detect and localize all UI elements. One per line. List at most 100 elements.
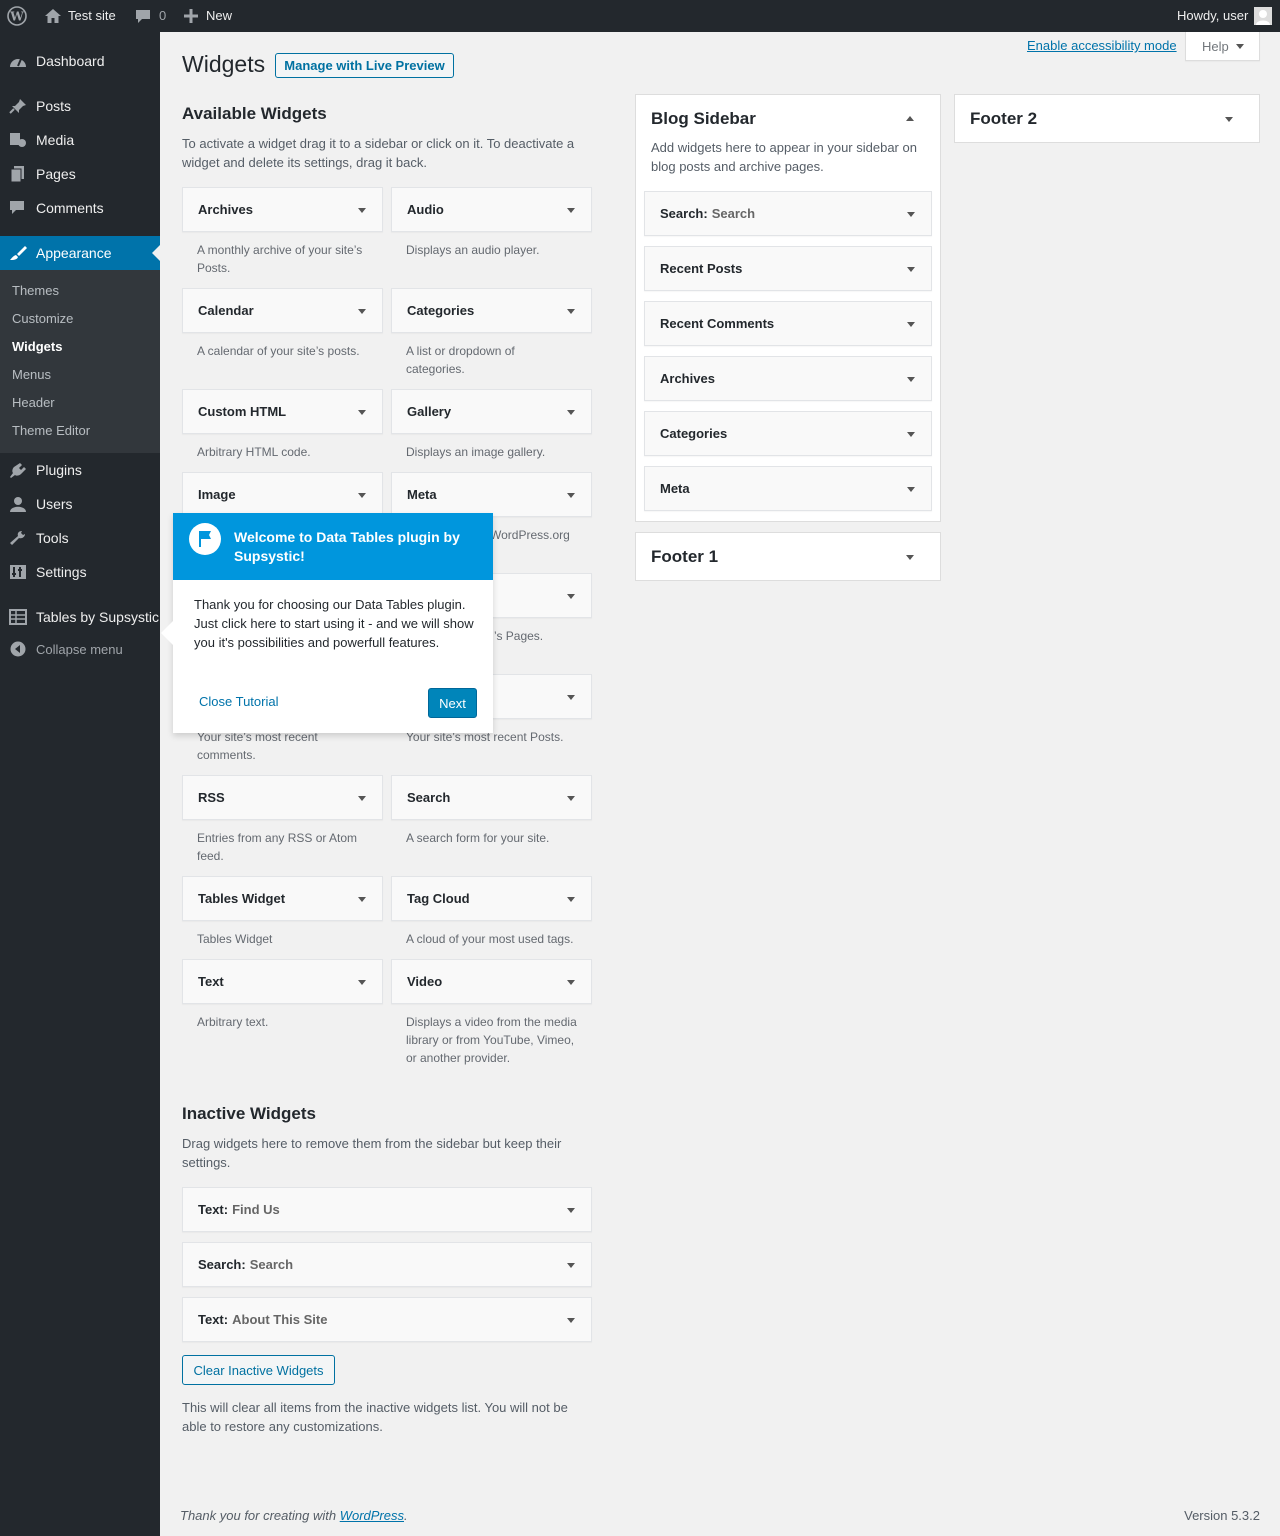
chevron-down-icon: [567, 207, 575, 213]
collapse-menu-button[interactable]: Collapse menu: [0, 632, 160, 666]
sidebar-widget-categories[interactable]: Categories: [644, 411, 932, 456]
widget-description: Arbitrary HTML code.: [197, 445, 311, 459]
widget-title: Text: About This Site: [198, 1298, 327, 1341]
widget-rss[interactable]: RSS: [182, 775, 383, 820]
widget-tables[interactable]: Tables Widget: [182, 876, 383, 921]
widget-instance-title: Find Us: [232, 1202, 280, 1217]
widget-video[interactable]: Video: [391, 959, 592, 1004]
inactive-widget-text-about[interactable]: Text: About This Site: [182, 1297, 592, 1342]
submenu-themes[interactable]: Themes: [12, 283, 59, 298]
widget-description: Tables Widget: [197, 932, 273, 946]
wordpress-link[interactable]: WordPress: [340, 1508, 404, 1523]
sidebar-widget-recent-comments[interactable]: Recent Comments: [644, 301, 932, 346]
widget-audio[interactable]: Audio: [391, 187, 592, 232]
pages-icon: [8, 166, 28, 183]
accessibility-mode-link[interactable]: Enable accessibility mode: [1027, 38, 1177, 53]
widget-calendar[interactable]: Calendar: [182, 288, 383, 333]
widget-type: Search:: [198, 1257, 246, 1272]
chevron-down-icon: [567, 1207, 575, 1213]
widget-image[interactable]: Image: [182, 472, 383, 517]
widget-meta[interactable]: Meta: [391, 472, 592, 517]
submenu-customize[interactable]: Customize: [12, 311, 73, 326]
footer-2-area[interactable]: Footer 2: [954, 94, 1260, 143]
menu-label: Appearance: [36, 245, 112, 261]
help-tab[interactable]: Help: [1185, 32, 1260, 61]
inactive-widget-text-find-us[interactable]: Text: Find Us: [182, 1187, 592, 1232]
menu-media[interactable]: Media: [0, 123, 160, 157]
new-label: New: [206, 8, 233, 23]
chevron-up-icon[interactable]: [906, 116, 914, 121]
chevron-down-icon: [907, 211, 915, 217]
widget-title: Search: [407, 790, 451, 805]
chevron-down-icon: [907, 431, 915, 437]
comments-link[interactable]: 0: [134, 0, 166, 32]
tutorial-popup[interactable]: Welcome to Data Tables plugin by Supsyst…: [161, 513, 493, 733]
inactive-widgets-description: Drag widgets here to remove them from th…: [182, 1136, 562, 1170]
admin-menu: Dashboard Posts Media Pages Comments App…: [0, 32, 160, 1536]
menu-posts[interactable]: Posts: [0, 89, 160, 123]
chevron-down-icon: [358, 409, 366, 415]
submenu-theme-editor[interactable]: Theme Editor: [12, 423, 90, 438]
widget-title: Search: Search: [198, 1243, 293, 1286]
sidebar-widget-recent-posts[interactable]: Recent Posts: [644, 246, 932, 291]
submenu-header[interactable]: Header: [12, 395, 55, 410]
footer-1-area[interactable]: Footer 1: [635, 532, 941, 581]
chevron-down-icon[interactable]: [906, 555, 914, 560]
widget-categories[interactable]: Categories: [391, 288, 592, 333]
footer-thanks: Thank you for creating with WordPress.: [180, 1508, 408, 1523]
menu-appearance[interactable]: Appearance: [0, 236, 160, 270]
widget-archives[interactable]: Archives: [182, 187, 383, 232]
comments-icon: [8, 200, 28, 216]
menu-comments[interactable]: Comments: [0, 191, 160, 225]
menu-dashboard[interactable]: Dashboard: [0, 44, 160, 78]
my-account-link[interactable]: Howdy, user: [1177, 0, 1273, 32]
menu-tools[interactable]: Tools: [0, 521, 160, 555]
widget-search[interactable]: Search: [391, 775, 592, 820]
close-tutorial-link[interactable]: Close Tutorial: [199, 694, 278, 709]
widget-description: Displays an audio player.: [406, 243, 540, 257]
widget-title: Categories: [660, 426, 728, 441]
menu-plugins[interactable]: Plugins: [0, 453, 160, 487]
sidebar-title: Blog Sidebar: [651, 109, 756, 128]
widget-custom-html[interactable]: Custom HTML: [182, 389, 383, 434]
widget-title: Meta: [407, 487, 437, 502]
media-icon: [8, 132, 28, 148]
manage-live-preview-button[interactable]: Manage with Live Preview: [275, 53, 454, 78]
current-menu-arrow: [152, 245, 160, 261]
widget-gallery[interactable]: Gallery: [391, 389, 592, 434]
widget-description: A list or dropdown of categories.: [406, 344, 515, 376]
sidebar-description: Add widgets here to appear in your sideb…: [651, 140, 917, 174]
menu-label: Pages: [36, 166, 76, 182]
chevron-down-icon: [358, 492, 366, 498]
blog-sidebar-area[interactable]: Blog Sidebar Add widgets here to appear …: [635, 94, 941, 522]
submenu-menus[interactable]: Menus: [12, 367, 51, 382]
sidebar-widget-archives[interactable]: Archives: [644, 356, 932, 401]
submenu-widgets[interactable]: Widgets: [12, 339, 62, 354]
menu-users[interactable]: Users: [0, 487, 160, 521]
pushpin-icon: [8, 98, 28, 114]
clear-inactive-widgets-button[interactable]: Clear Inactive Widgets: [182, 1355, 335, 1385]
menu-settings[interactable]: Settings: [0, 555, 160, 589]
inactive-widget-search[interactable]: Search: Search: [182, 1242, 592, 1287]
next-button[interactable]: Next: [428, 688, 477, 718]
comment-bubble-icon: [134, 8, 152, 24]
menu-pages[interactable]: Pages: [0, 157, 160, 191]
chevron-down-icon[interactable]: [1225, 117, 1233, 122]
menu-label: Comments: [36, 200, 104, 216]
footer-version: Version 5.3.2: [1184, 1508, 1260, 1523]
chevron-down-icon: [567, 795, 575, 801]
sidebar-widget-search[interactable]: Search: Search: [644, 191, 932, 236]
widget-title: Image: [198, 487, 236, 502]
chevron-down-icon: [907, 266, 915, 272]
menu-tables-by-supsystic[interactable]: Tables by Supsystic: [0, 600, 160, 634]
widget-tag-cloud[interactable]: Tag Cloud: [391, 876, 592, 921]
widget-text[interactable]: Text: [182, 959, 383, 1004]
sidebar-widget-meta[interactable]: Meta: [644, 466, 932, 511]
site-home-link[interactable]: Test site: [44, 0, 116, 32]
widget-title: Search: Search: [660, 192, 755, 235]
new-content-link[interactable]: New: [184, 0, 232, 32]
widget-description: Your site’s most recent comments.: [197, 730, 318, 762]
widget-description: A calendar of your site’s posts.: [197, 344, 360, 358]
wordpress-logo-icon[interactable]: W: [7, 0, 27, 32]
menu-label: Users: [36, 496, 73, 512]
